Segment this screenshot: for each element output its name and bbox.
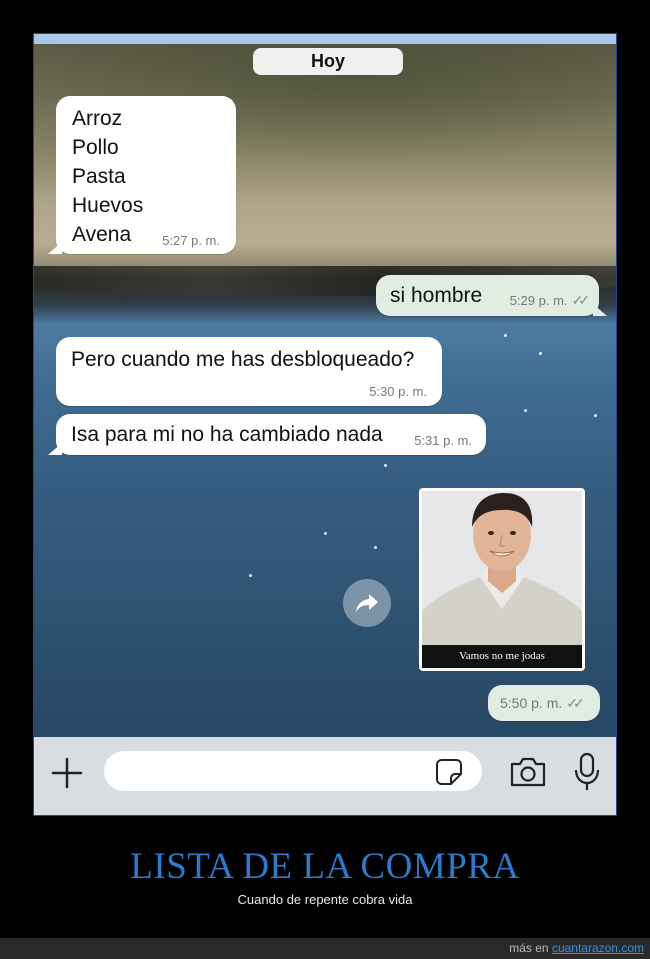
image-caption: Vamos no me jodas bbox=[422, 645, 582, 668]
read-receipt-icon: ✓✓ bbox=[571, 292, 591, 308]
message-time: 5:50 p. m. ✓✓ bbox=[500, 695, 585, 712]
forward-icon bbox=[356, 594, 378, 612]
meme-title: LISTA DE LA COMPRA bbox=[130, 846, 520, 887]
plus-icon bbox=[51, 757, 83, 789]
camera-button[interactable] bbox=[508, 754, 548, 790]
water-sparkle bbox=[504, 334, 507, 337]
message-time-value: 5:29 p. m. bbox=[509, 293, 568, 308]
chat-screenshot: Hoy Arroz Pollo Pasta Huevos Avena 5:27 … bbox=[33, 33, 617, 816]
water-sparkle bbox=[384, 464, 387, 467]
attach-button[interactable] bbox=[50, 756, 84, 790]
man-portrait-illustration bbox=[422, 491, 582, 645]
forward-button[interactable] bbox=[343, 579, 391, 627]
message-input[interactable] bbox=[104, 751, 482, 791]
water-sparkle bbox=[524, 409, 527, 412]
message-text: Pero cuando me has desbloqueado? bbox=[71, 348, 415, 371]
message-time-value: 5:50 p. m. bbox=[500, 695, 563, 711]
water-sparkle bbox=[539, 352, 542, 355]
message-time: 5:30 p. m. bbox=[369, 384, 427, 399]
list-item: Pasta bbox=[72, 165, 126, 188]
date-separator: Hoy bbox=[253, 48, 403, 75]
sticker-icon bbox=[436, 759, 462, 785]
message-time: 5:29 p. m. ✓✓ bbox=[509, 292, 591, 309]
water-sparkle bbox=[249, 574, 252, 577]
list-item: Huevos bbox=[72, 194, 144, 217]
microphone-button[interactable] bbox=[572, 751, 602, 793]
list-item: Pollo bbox=[72, 136, 119, 159]
message-bubble-incoming[interactable]: Isa para mi no ha cambiado nada 5:31 p. … bbox=[48, 414, 486, 455]
footer-prefix: más en bbox=[509, 941, 549, 955]
message-bubble-incoming[interactable]: Pero cuando me has desbloqueado? 5:30 p.… bbox=[56, 337, 442, 406]
list-item: Arroz bbox=[72, 107, 123, 130]
water-sparkle bbox=[324, 532, 327, 535]
footer-text: más en cuantarazon.com bbox=[509, 941, 644, 955]
microphone-icon bbox=[574, 752, 600, 790]
image-message[interactable]: Vamos no me jodas bbox=[419, 488, 585, 671]
meme-photo: Vamos no me jodas bbox=[422, 491, 582, 668]
message-bubble-outgoing[interactable]: 5:50 p. m. ✓✓ bbox=[488, 685, 600, 721]
footer-bar: más en cuantarazon.com bbox=[0, 938, 650, 959]
site-link[interactable]: cuantarazon.com bbox=[552, 941, 644, 955]
read-receipt-icon: ✓✓ bbox=[566, 695, 585, 711]
message-text: Isa para mi no ha cambiado nada bbox=[71, 423, 383, 446]
meme-subtitle: Cuando de repente cobra vida bbox=[237, 892, 413, 907]
message-bubble-outgoing[interactable]: si hombre 5:29 p. m. ✓✓ bbox=[376, 275, 607, 316]
water-sparkle bbox=[374, 546, 377, 549]
message-input-bar bbox=[34, 737, 616, 815]
water-sparkle bbox=[594, 414, 597, 417]
message-bubble-incoming[interactable]: Arroz Pollo Pasta Huevos Avena 5:27 p. m… bbox=[48, 96, 236, 254]
message-time: 5:31 p. m. bbox=[414, 433, 472, 448]
sticker-button[interactable] bbox=[434, 757, 464, 787]
camera-icon bbox=[510, 757, 546, 787]
message-time: 5:27 p. m. bbox=[162, 233, 220, 248]
message-text: si hombre bbox=[390, 284, 483, 307]
